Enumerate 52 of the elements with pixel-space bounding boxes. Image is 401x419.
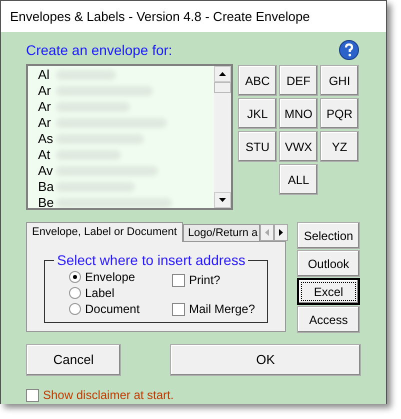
- letter-button[interactable]: JKL: [238, 98, 277, 129]
- checkbox-label[interactable]: Print?: [189, 271, 220, 289]
- source-button[interactable]: Access: [297, 306, 360, 333]
- help-icon[interactable]: [339, 40, 359, 60]
- disclaimer-label[interactable]: Show disclaimer at start.: [43, 386, 174, 404]
- contact-name[interactable]: At: [38, 147, 56, 163]
- letter-button[interactable]: ALL: [279, 164, 318, 195]
- radio-button[interactable]: [69, 271, 81, 283]
- disclaimer-checkbox[interactable]: [26, 388, 39, 402]
- contact-name[interactable]: Ba: [38, 179, 56, 195]
- source-button[interactable]: Excel: [297, 278, 360, 305]
- left-arrow-icon: [264, 229, 269, 236]
- tab-scroll-right-button[interactable]: [274, 224, 288, 241]
- cancel-button[interactable]: Cancel: [26, 344, 121, 376]
- source-button[interactable]: Outlook: [297, 250, 360, 277]
- contact-name[interactable]: Ar: [38, 99, 56, 115]
- checkbox[interactable]: [172, 302, 185, 316]
- letter-button[interactable]: VWX: [279, 131, 318, 162]
- contact-name[interactable]: Be: [38, 195, 56, 208]
- heading: Create an envelope for:: [26, 40, 172, 60]
- scroll-thumb[interactable]: [214, 82, 231, 93]
- letter-button[interactable]: YZ: [320, 131, 359, 162]
- radio-label[interactable]: Envelope: [85, 268, 136, 286]
- letter-button[interactable]: DEF: [279, 65, 318, 96]
- contact-name[interactable]: Al: [38, 67, 56, 83]
- right-arrow-icon: [278, 229, 283, 236]
- letter-button[interactable]: MNO: [279, 98, 318, 129]
- ok-button[interactable]: OK: [170, 344, 361, 376]
- letter-button[interactable]: STU: [238, 131, 277, 162]
- scroll-down-button[interactable]: [214, 192, 231, 208]
- tab[interactable]: Envelope, Label or Document: [26, 222, 183, 242]
- letter-button[interactable]: PQR: [320, 98, 359, 129]
- window-title: Envelopes & Labels - Version 4.8 - Create Envelope: [10, 8, 310, 26]
- letter-button[interactable]: ABC: [238, 65, 277, 96]
- letter-button[interactable]: GHI: [320, 65, 359, 96]
- up-arrow-icon: [219, 72, 226, 76]
- scroll-bar[interactable]: [214, 66, 231, 208]
- radio-button[interactable]: [69, 303, 81, 315]
- checkbox-label[interactable]: Mail Merge?: [189, 300, 256, 318]
- scroll-up-button[interactable]: [214, 66, 231, 82]
- contact-list[interactable]: Al Ar Ar Ar As At Av Ba Be: [26, 64, 233, 210]
- contact-name[interactable]: Av: [38, 163, 56, 179]
- radio-label[interactable]: Label: [85, 284, 114, 302]
- contact-name[interactable]: As: [38, 131, 56, 147]
- radio-button[interactable]: [69, 287, 81, 299]
- source-button[interactable]: Selection: [297, 222, 360, 249]
- checkbox[interactable]: [172, 274, 185, 286]
- contact-name[interactable]: Ar: [38, 83, 56, 99]
- contact-name[interactable]: Ar: [38, 115, 56, 131]
- radio-label[interactable]: Document: [85, 300, 140, 318]
- down-arrow-icon: [219, 198, 226, 202]
- tab[interactable]: Logo/Return a: [182, 224, 260, 241]
